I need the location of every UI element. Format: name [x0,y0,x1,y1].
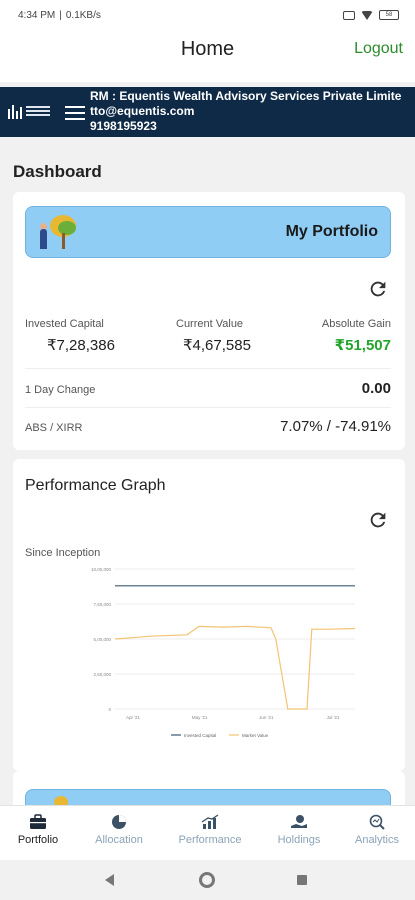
portfolio-illustration-icon [38,213,78,253]
performance-graph-title: Performance Graph [25,477,166,494]
bottom-tab-bar: Portfolio Allocation Performance Holding… [0,805,415,860]
dashboard-title: Dashboard [13,162,102,181]
tab-holdings[interactable]: Holdings [266,806,332,861]
my-portfolio-banner[interactable]: My Portfolio [25,206,391,258]
home-icon[interactable] [199,872,215,888]
magnifier-chart-icon [369,814,385,830]
abs-xirr-value: 7.07% / -74.91% [280,418,391,435]
y-tick-label: 10,00,000 [91,567,112,572]
invested-capital-label: Invested Capital [25,318,104,330]
legend-label: Invested Capital [184,733,216,738]
legend-label: Market Value [242,733,269,738]
refresh-icon[interactable] [367,278,389,300]
x-tick-label: Jul '21 [327,715,340,720]
rm-details: RM : Equentis Wealth Advisory Services P… [90,89,401,134]
recent-apps-icon[interactable] [297,875,307,885]
tab-analytics[interactable]: Analytics [343,806,411,861]
rm-email[interactable]: tto@equentis.com [90,104,401,119]
since-inception-label: Since Inception [25,547,101,559]
company-logo-icon [8,103,50,119]
status-network: 0.1KB/s [65,9,101,21]
y-tick-label: 2,50,000 [93,672,111,677]
next-card-banner[interactable] [25,789,391,805]
tab-allocation[interactable]: Allocation [84,806,154,861]
absolute-gain-value: ₹51,507 [334,337,391,354]
system-nav-bar [0,860,415,900]
sim-icon [343,10,355,20]
performance-line-chart[interactable]: 10,00,000 7,50,000 5,00,000 2,50,000 0 Apr '2… [63,559,363,744]
tab-holdings-label: Holdings [277,834,321,846]
rm-banner: RM : Equentis Wealth Advisory Services P… [0,87,415,137]
logout-button[interactable]: Logout [354,40,403,58]
dashboard-scroll[interactable]: Dashboard My Portfolio Invested Capital … [0,137,415,805]
status-time: 4:34 PM [18,9,56,21]
day-change-label: 1 Day Change [25,384,96,396]
x-tick-label: Apr '21 [126,715,141,720]
x-tick-label: Jun '21 [259,715,274,720]
tab-portfolio-label: Portfolio [17,834,59,846]
rm-name: RM : Equentis Wealth Advisory Services P… [90,89,402,103]
wifi-icon [361,10,373,20]
status-bar: 4:34 PM | 0.1KB/s 58 [0,0,415,30]
performance-card: Performance Graph Since Inception 10,00,… [13,459,405,771]
next-card-illustration-icon [38,796,78,805]
invested-capital-value: ₹7,28,386 [47,337,115,354]
portfolio-card: My Portfolio Invested Capital ₹7,28,386 … [13,192,405,450]
hand-coin-icon [291,815,307,828]
next-card [13,771,405,805]
tab-performance-label: Performance [178,834,242,846]
absolute-gain-label: Absolute Gain [321,318,391,330]
current-value-label: Current Value [176,318,244,330]
y-tick-label: 5,00,000 [93,637,111,642]
hamburger-menu-icon[interactable] [65,106,85,120]
tab-performance[interactable]: Performance [170,806,250,861]
battery-icon: 58 [379,10,399,20]
page-title: Home [180,38,235,60]
abs-xirr-label: ABS / XIRR [25,422,83,434]
tab-portfolio[interactable]: Portfolio [4,806,72,861]
trend-chart-icon [201,814,219,829]
tab-analytics-label: Analytics [354,834,400,846]
back-icon[interactable] [105,874,114,886]
y-tick-label: 7,50,000 [93,602,111,607]
current-value-value: ₹4,67,585 [183,337,251,354]
x-tick-label: May '21 [192,715,208,720]
y-tick-label: 0 [108,707,111,712]
rm-phone[interactable]: 9198195923 [90,119,401,134]
my-portfolio-title: My Portfolio [285,223,378,240]
day-change-value: 0.00 [361,380,391,397]
app-bar: Home Logout [0,30,415,82]
tab-allocation-label: Allocation [95,834,143,846]
refresh-graph-icon[interactable] [367,509,389,531]
briefcase-icon [30,814,46,829]
pie-chart-icon [112,815,126,829]
